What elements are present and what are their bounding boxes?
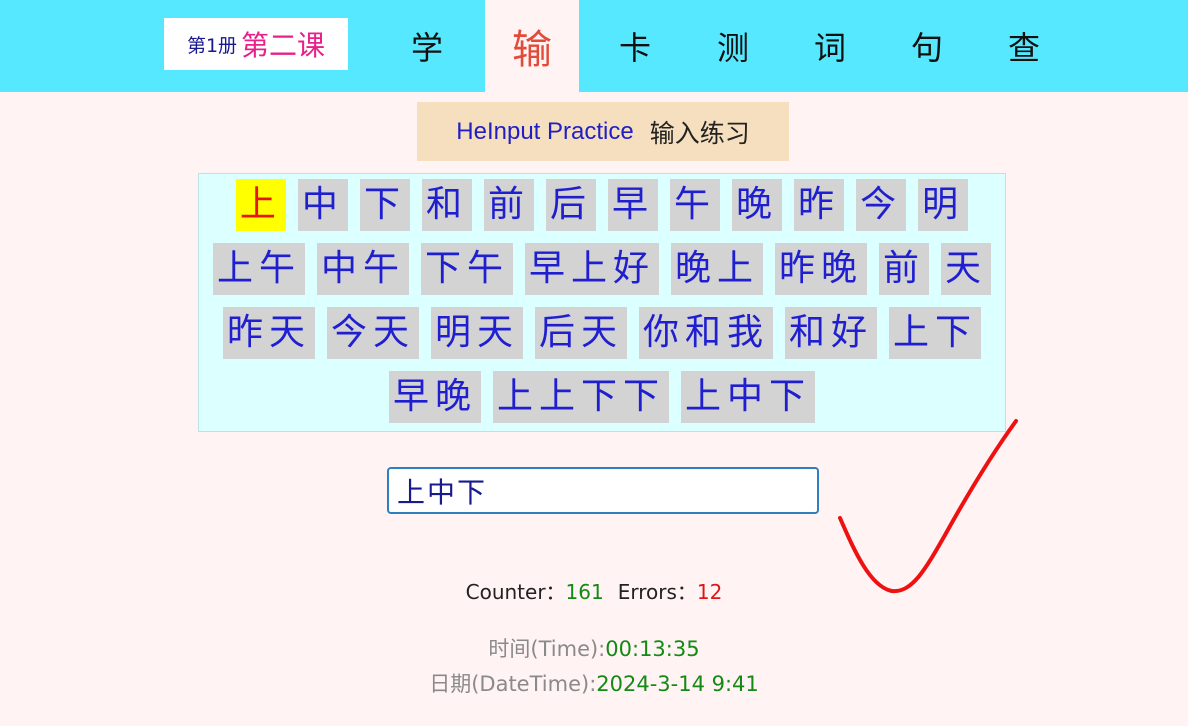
time-value: 00:13:35 bbox=[605, 637, 700, 661]
book-label: 第1册 bbox=[186, 34, 238, 57]
lesson-label: 第二课 bbox=[241, 29, 326, 62]
practice-tile[interactable]: 下午 bbox=[420, 243, 513, 295]
answer-input[interactable] bbox=[387, 467, 819, 514]
tab-学[interactable]: 学 bbox=[380, 0, 474, 92]
tab-测[interactable]: 测 bbox=[686, 0, 780, 92]
practice-tile[interactable]: 早 bbox=[608, 179, 659, 231]
practice-tile[interactable]: 和好 bbox=[785, 307, 878, 359]
practice-tile[interactable]: 上中下 bbox=[681, 371, 816, 423]
practice-tile[interactable]: 昨 bbox=[794, 179, 845, 231]
lesson-indicator[interactable]: 第1册 第二课 bbox=[164, 18, 348, 70]
tab-卡[interactable]: 卡 bbox=[588, 0, 682, 92]
elapsed-time: 时间(Time):00:13:35 bbox=[0, 633, 1188, 663]
practice-tile-panel: 上中下和前后早午晚昨今明上午 中午 下午 早上好 晚上 昨晚前天昨天 今天 明天 后天 你和我 和好… bbox=[198, 173, 1006, 432]
practice-tile[interactable]: 晚 bbox=[732, 179, 783, 231]
date-value: 2024-3-14 9:41 bbox=[596, 672, 759, 696]
practice-tile[interactable]: 后天 bbox=[534, 307, 627, 359]
practice-tile[interactable]: 和 bbox=[421, 179, 472, 231]
practice-tile[interactable]: 今天 bbox=[326, 307, 419, 359]
practice-tile[interactable]: 昨天 bbox=[222, 307, 315, 359]
errors-label: Errors： bbox=[617, 580, 697, 604]
practice-tile[interactable]: 明天 bbox=[430, 307, 523, 359]
practice-tile[interactable]: 昨晚 bbox=[775, 243, 868, 295]
tab-词[interactable]: 词 bbox=[783, 0, 877, 92]
practice-tile[interactable]: 中午 bbox=[316, 243, 409, 295]
errors-value: 12 bbox=[696, 580, 723, 604]
tab-查[interactable]: 查 bbox=[977, 0, 1071, 92]
counter-label: Counter： bbox=[465, 580, 566, 604]
practice-tile[interactable]: 下 bbox=[359, 179, 410, 231]
practice-tile[interactable]: 明 bbox=[918, 179, 969, 231]
page-title: HeInput Practice 输入练习 bbox=[417, 102, 789, 161]
current-datetime: 日期(DateTime):2024-3-14 9:41 bbox=[0, 668, 1188, 698]
current-practice-tile[interactable]: 上 bbox=[235, 179, 286, 231]
practice-tile[interactable]: 后 bbox=[545, 179, 596, 231]
practice-tile[interactable]: 中 bbox=[297, 179, 348, 231]
practice-tile[interactable]: 上上下下 bbox=[492, 371, 669, 423]
tab-输[interactable]: 输 bbox=[485, 0, 579, 92]
practice-tile[interactable]: 晚上 bbox=[671, 243, 764, 295]
time-label: 时间(Time): bbox=[488, 637, 606, 661]
date-label: 日期(DateTime): bbox=[429, 672, 597, 696]
practice-tile[interactable]: 天 bbox=[941, 243, 992, 295]
practice-tile[interactable]: 前 bbox=[879, 243, 930, 295]
practice-tile[interactable]: 你和我 bbox=[639, 307, 774, 359]
tab-句[interactable]: 句 bbox=[880, 0, 974, 92]
top-navigation-bar: 第1册 第二课 学输卡测词句查 bbox=[0, 0, 1188, 92]
page-title-chinese: 输入练习 bbox=[649, 118, 750, 148]
practice-tile[interactable]: 前 bbox=[483, 179, 534, 231]
practice-stats: Counter：161 Errors：12 bbox=[0, 576, 1188, 605]
practice-tile[interactable]: 午 bbox=[670, 179, 721, 231]
practice-tile[interactable]: 上下 bbox=[889, 307, 982, 359]
page-title-english: HeInput Practice bbox=[456, 117, 634, 145]
practice-tile[interactable]: 今 bbox=[856, 179, 907, 231]
counter-value: 161 bbox=[565, 580, 604, 604]
practice-tile[interactable]: 早晚 bbox=[388, 371, 481, 423]
practice-tile[interactable]: 上午 bbox=[212, 243, 305, 295]
practice-tile[interactable]: 早上好 bbox=[524, 243, 659, 295]
